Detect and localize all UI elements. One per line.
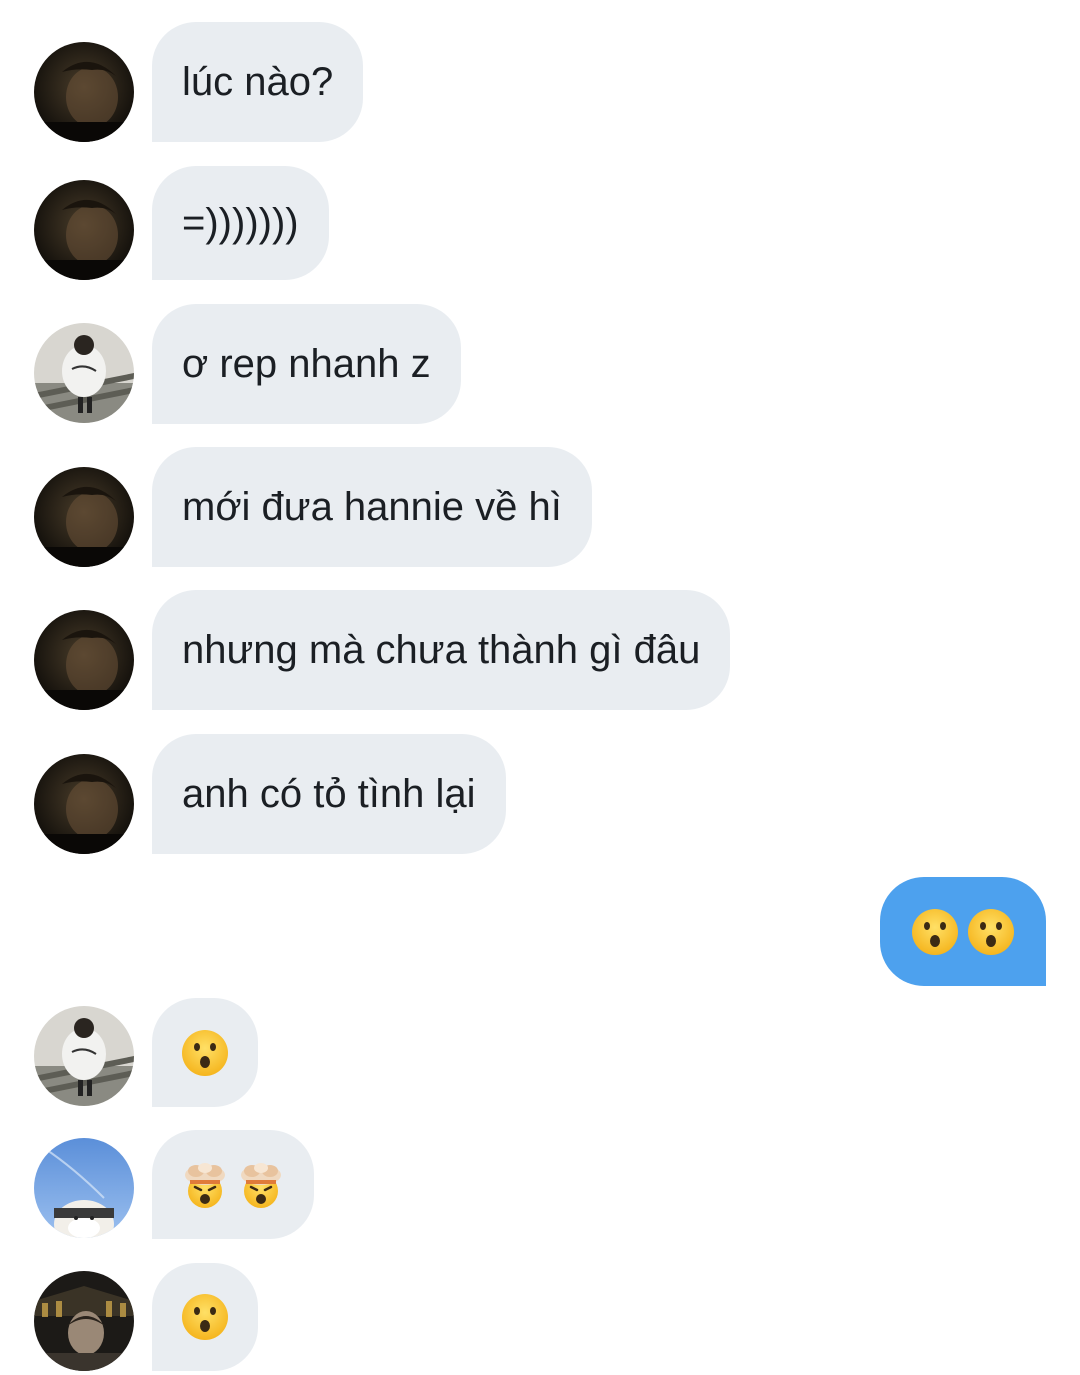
message-text: anh có tỏ tình lại (182, 772, 476, 816)
avatar-dark-boy-icon[interactable] (34, 754, 134, 854)
exploding-head-emoji-icon (180, 1160, 230, 1210)
message-bubble[interactable]: mới đưa hannie về hì (152, 447, 592, 567)
message-bubble[interactable]: =))))))) (152, 166, 329, 280)
hushed-face-emoji-icon (966, 907, 1016, 957)
hushed-face-emoji-icon (180, 1028, 230, 1078)
avatar-dark-boy-icon[interactable] (34, 610, 134, 710)
hushed-face-emoji-icon (910, 907, 960, 957)
message-bubble[interactable]: ơ rep nhanh z (152, 304, 461, 424)
message-bubble[interactable]: lúc nào? (152, 22, 364, 142)
avatar-stairs-icon[interactable] (34, 1006, 134, 1106)
avatar-dark-boy-icon[interactable] (34, 42, 134, 142)
message-text: =))))))) (182, 201, 299, 245)
sent-message-bubble[interactable] (880, 877, 1046, 986)
avatar-stairs-icon[interactable] (34, 323, 134, 423)
message-bubble[interactable]: anh có tỏ tình lại (152, 734, 506, 854)
hushed-face-emoji-icon (180, 1292, 230, 1342)
message-text: ơ rep nhanh z (182, 342, 431, 386)
message-text: lúc nào? (182, 60, 334, 104)
avatar-sky-mask-icon[interactable] (34, 1138, 134, 1238)
message-bubble[interactable] (152, 1263, 258, 1371)
exploding-head-emoji-icon (236, 1160, 286, 1210)
message-bubble[interactable] (152, 998, 258, 1107)
avatar-dark-boy-icon[interactable] (34, 180, 134, 280)
avatar-museum-icon[interactable] (34, 1271, 134, 1371)
message-bubble[interactable]: nhưng mà chưa thành gì đâu (152, 590, 731, 710)
message-bubble[interactable] (152, 1130, 314, 1239)
message-text: nhưng mà chưa thành gì đâu (182, 628, 701, 672)
message-text: mới đưa hannie về hì (182, 485, 562, 529)
avatar-dark-boy-icon[interactable] (34, 467, 134, 567)
